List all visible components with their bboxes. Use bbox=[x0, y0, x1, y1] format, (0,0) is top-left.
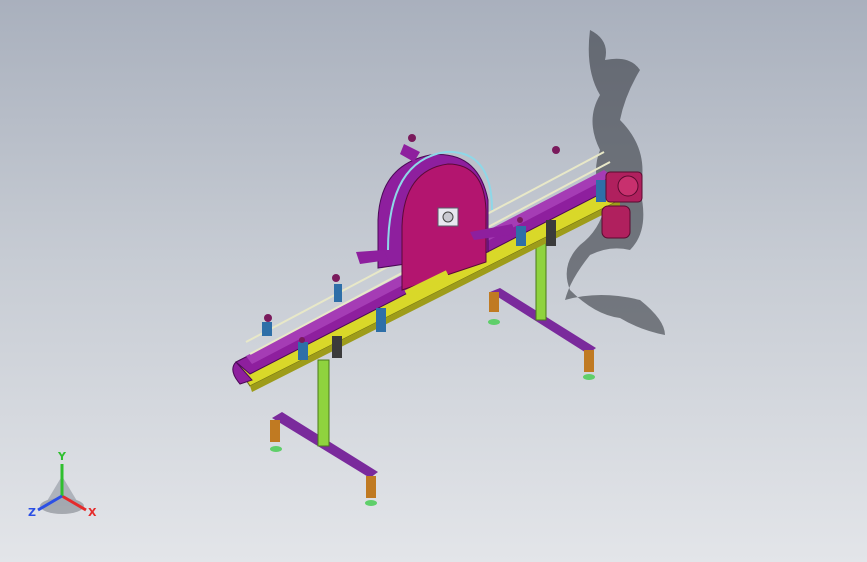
rear-support-leg bbox=[535, 235, 547, 321]
conveyor-model-view[interactable] bbox=[0, 0, 867, 562]
drive-motor-flange bbox=[617, 175, 639, 197]
front-foot-glide-left bbox=[270, 446, 282, 452]
rear-foot-pad-right bbox=[584, 350, 594, 372]
x-axis-label: X bbox=[88, 506, 97, 519]
front-foot-glide-right bbox=[365, 500, 377, 506]
orientation-triad[interactable]: X Y Z bbox=[22, 448, 112, 528]
drive-motor-body bbox=[601, 205, 631, 239]
cad-viewport[interactable]: X Y Z bbox=[0, 0, 867, 562]
front-foot-pad-left bbox=[270, 420, 280, 442]
z-axis-label: Z bbox=[28, 506, 36, 519]
y-axis-label: Y bbox=[57, 450, 67, 463]
front-foot-pad-right bbox=[366, 476, 376, 498]
rear-foot-glide-right bbox=[583, 374, 595, 380]
front-support-leg bbox=[317, 359, 330, 447]
rear-foot-glide-left bbox=[488, 319, 500, 325]
rear-foot-pad-left bbox=[489, 292, 499, 312]
star-wheel-hub bbox=[442, 211, 454, 223]
